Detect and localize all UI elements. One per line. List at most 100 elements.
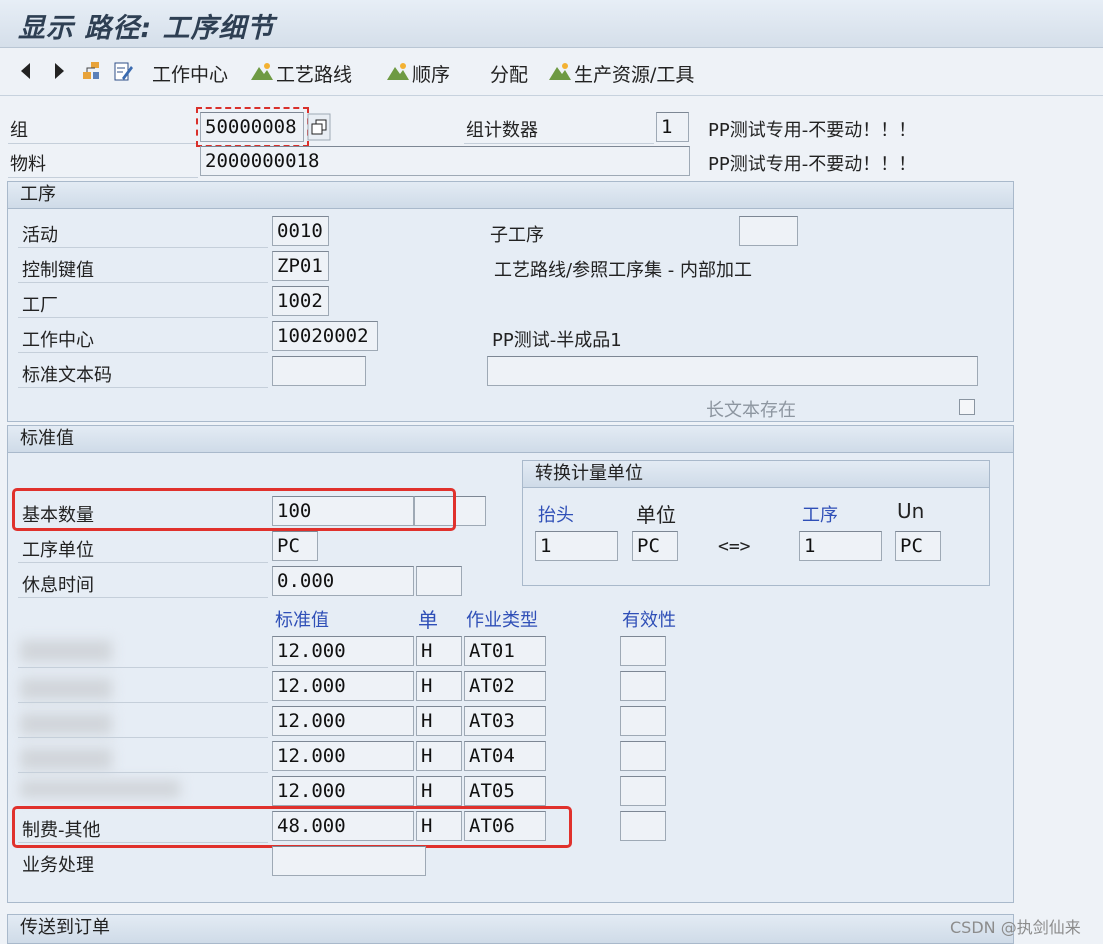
highlight-annotation	[12, 806, 572, 848]
hierarchy-icon[interactable]	[80, 60, 102, 82]
focus-frame	[196, 107, 309, 147]
edit-document-icon[interactable]	[112, 60, 134, 82]
blurred-label	[20, 713, 112, 735]
control-key-description: 工艺路线/参照工序集 - 内部加工	[494, 260, 753, 281]
toolbar-prt[interactable]: 生产资源/工具	[574, 60, 694, 87]
group-counter-field[interactable]: 1	[656, 112, 689, 142]
column-activity-type: 作业类型	[466, 610, 538, 631]
operation-unit-label: 工序单位	[22, 540, 94, 561]
activity-type-field[interactable]: AT04	[464, 741, 546, 771]
conversion-operation-label: 工序	[802, 505, 838, 526]
validity-field[interactable]	[620, 706, 666, 736]
divider	[18, 562, 268, 563]
validity-field[interactable]	[620, 811, 666, 841]
activity-type-field[interactable]: AT03	[464, 706, 546, 736]
divider	[18, 597, 268, 598]
column-validity: 有效性	[622, 610, 676, 631]
toolbar-allocation[interactable]: 分配	[490, 60, 528, 87]
plant-label: 工厂	[22, 295, 58, 316]
std-text-key-field[interactable]	[272, 356, 366, 386]
material-field[interactable]: 2000000018	[200, 146, 690, 176]
mountain-icon	[387, 63, 409, 80]
toolbar-routing[interactable]: 工艺路线	[276, 60, 352, 87]
divider	[18, 387, 268, 388]
standard-value-field[interactable]: 12.000	[272, 776, 414, 806]
conversion-arrow: <=>	[718, 536, 751, 557]
forward-arrow-icon[interactable]	[48, 60, 70, 82]
operation-group-title: 工序	[7, 181, 1014, 209]
conversion-operation-unit[interactable]: PC	[895, 531, 941, 561]
sub-operation-label: 子工序	[490, 225, 544, 246]
transfer-to-order-title: 传送到订单	[7, 914, 1014, 944]
conversion-header-unit[interactable]: PC	[632, 531, 678, 561]
back-arrow-icon[interactable]	[16, 60, 38, 82]
control-key-field[interactable]: ZP01	[272, 251, 329, 281]
work-center-label: 工作中心	[22, 330, 94, 351]
std-text-description-field[interactable]	[487, 356, 978, 386]
divider	[464, 143, 654, 144]
std-text-key-label: 标准文本码	[22, 365, 112, 386]
conversion-unit-label: 单位	[636, 503, 676, 527]
validity-field[interactable]	[620, 671, 666, 701]
validity-field[interactable]	[620, 776, 666, 806]
activity-type-field[interactable]: AT05	[464, 776, 546, 806]
work-center-description: PP测试-半成品1	[492, 330, 622, 351]
control-key-label: 控制键值	[22, 260, 94, 281]
standard-value-field[interactable]: 12.000	[272, 741, 414, 771]
material-description: PP测试专用-不要动！！！	[708, 154, 917, 175]
unit-field[interactable]: H	[416, 706, 462, 736]
long-text-checkbox[interactable]	[959, 399, 975, 415]
conversion-header-value[interactable]: 1	[535, 531, 618, 561]
blurred-label	[20, 678, 112, 700]
toolbar-work-center[interactable]: 工作中心	[152, 60, 228, 87]
conversion-header-label: 抬头	[538, 505, 574, 526]
standard-value-field[interactable]: 12.000	[272, 636, 414, 666]
conversion-un-label: Un	[897, 499, 925, 523]
break-time-label: 休息时间	[22, 575, 94, 596]
divider	[18, 282, 268, 283]
activity-type-field[interactable]: AT02	[464, 671, 546, 701]
mountain-icon	[251, 63, 273, 80]
activity-type-field[interactable]: AT01	[464, 636, 546, 666]
toolbar: 工作中心 工艺路线 顺序 分配 生产资源/工具	[0, 48, 1103, 96]
unit-field[interactable]: H	[416, 636, 462, 666]
copy-icon[interactable]	[307, 113, 331, 141]
watermark: CSDN @执剑仙来	[950, 918, 1081, 937]
group-description: PP测试专用-不要动！！！	[708, 120, 917, 141]
validity-field[interactable]	[620, 741, 666, 771]
column-unit: 单	[418, 608, 438, 632]
group-counter-label: 组计数器	[466, 120, 538, 141]
title-bar: 显示 路径: 工序细节	[0, 0, 1103, 48]
business-process-field[interactable]	[272, 846, 426, 876]
blurred-label	[20, 748, 112, 770]
page-title: 显示 路径: 工序细节	[18, 13, 275, 44]
divider	[18, 247, 268, 248]
divider	[18, 772, 268, 773]
divider	[18, 737, 268, 738]
mountain-icon	[549, 63, 571, 80]
activity-label: 活动	[22, 225, 58, 246]
standard-values-group-title: 标准值	[7, 425, 1014, 453]
activity-field[interactable]: 0010	[272, 216, 329, 246]
unit-field[interactable]: H	[416, 671, 462, 701]
sub-operation-field[interactable]	[739, 216, 798, 246]
divider	[18, 667, 268, 668]
standard-value-field[interactable]: 12.000	[272, 706, 414, 736]
divider	[18, 702, 268, 703]
plant-field[interactable]: 1002	[272, 286, 329, 316]
business-process-label: 业务处理	[22, 855, 94, 876]
work-center-field[interactable]: 10020002	[272, 321, 378, 351]
long-text-label: 长文本存在	[706, 400, 796, 421]
unit-field[interactable]: H	[416, 741, 462, 771]
validity-field[interactable]	[620, 636, 666, 666]
conversion-operation-value[interactable]: 1	[799, 531, 882, 561]
toolbar-sequence[interactable]: 顺序	[412, 60, 450, 87]
unit-field[interactable]: H	[416, 776, 462, 806]
break-time-field[interactable]: 0.000	[272, 566, 414, 596]
operation-unit-field[interactable]: PC	[272, 531, 318, 561]
divider	[8, 143, 198, 144]
break-time-unit-field[interactable]	[416, 566, 462, 596]
standard-value-field[interactable]: 12.000	[272, 671, 414, 701]
blurred-label	[20, 640, 112, 662]
group-label: 组	[10, 120, 28, 141]
